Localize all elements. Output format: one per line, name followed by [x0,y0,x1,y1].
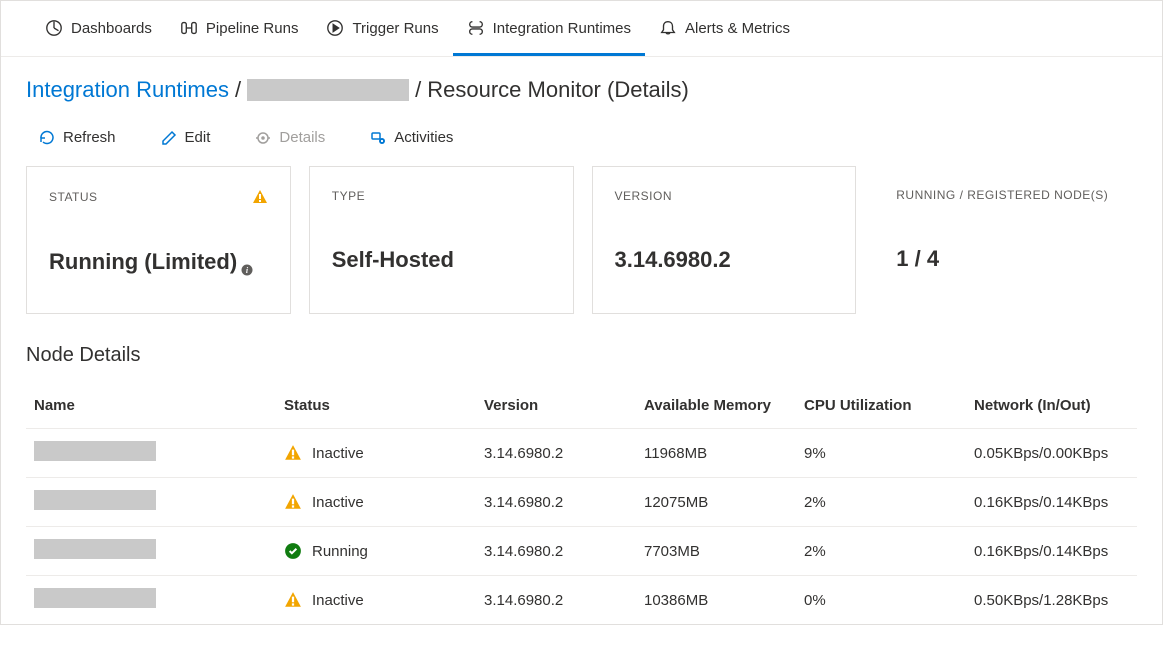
table-row[interactable]: Inactive 3.14.6980.211968MB9%0.05KBps/0.0… [26,429,1137,478]
tab-pipeline-runs[interactable]: Pipeline Runs [166,1,313,56]
warning-icon [284,444,302,462]
integration-icon [467,19,485,37]
info-icon[interactable]: i [241,256,253,268]
nodes-card: RUNNING / REGISTERED NODE(S) 1 / 4 [874,166,1137,314]
main-tabs: Dashboards Pipeline Runs Trigger Runs In… [1,1,1162,57]
summary-cards: STATUS Running (Limited) i TYPE Self-Hos… [1,166,1162,344]
node-version: 3.14.6980.2 [476,429,636,478]
node-name-redacted [34,588,156,608]
table-row[interactable]: Running 3.14.6980.27703MB2%0.16KBps/0.14K… [26,527,1137,576]
button-label: Refresh [63,129,116,146]
node-network: 0.16KBps/0.14KBps [966,478,1137,527]
section-title: Node Details [1,344,1162,385]
breadcrumb-current: Resource Monitor (Details) [427,77,689,103]
breadcrumb-separator: / [235,77,241,103]
th-cpu[interactable]: CPU Utilization [796,385,966,429]
tab-dashboards[interactable]: Dashboards [31,1,166,56]
th-network[interactable]: Network (In/Out) [966,385,1137,429]
node-memory: 10386MB [636,576,796,625]
card-value: 3.14.6980.2 [615,247,731,273]
node-version: 3.14.6980.2 [476,527,636,576]
node-status: Inactive [312,445,364,462]
check-circle-icon [284,542,302,560]
th-memory[interactable]: Available Memory [636,385,796,429]
warning-icon [284,493,302,511]
node-memory: 12075MB [636,478,796,527]
button-label: Details [279,129,325,146]
details-button: Details [255,129,325,146]
card-value: Self-Hosted [332,247,454,273]
card-label: VERSION [615,189,673,203]
node-network: 0.16KBps/0.14KBps [966,527,1137,576]
node-cpu: 9% [796,429,966,478]
table-row[interactable]: Inactive 3.14.6980.212075MB2%0.16KBps/0.1… [26,478,1137,527]
edit-button[interactable]: Edit [161,129,211,146]
trigger-icon [326,19,344,37]
refresh-button[interactable]: Refresh [39,129,116,146]
node-cpu: 2% [796,527,966,576]
breadcrumb: Integration Runtimes / / Resource Monito… [1,57,1162,111]
activities-button[interactable]: Activities [370,129,453,146]
type-card: TYPE Self-Hosted [309,166,574,314]
node-status: Running [312,543,368,560]
details-icon [255,130,271,146]
warning-icon [284,591,302,609]
node-details-table: Name Status Version Available Memory CPU… [26,385,1137,624]
tab-alerts-metrics[interactable]: Alerts & Metrics [645,1,804,56]
node-version: 3.14.6980.2 [476,576,636,625]
node-name-redacted [34,490,156,510]
dashboard-icon [45,19,63,37]
refresh-icon [39,130,55,146]
tab-trigger-runs[interactable]: Trigger Runs [312,1,452,56]
node-status: Inactive [312,494,364,511]
card-label: TYPE [332,189,365,203]
tab-integration-runtimes[interactable]: Integration Runtimes [453,1,645,56]
activities-icon [370,130,386,146]
toolbar: Refresh Edit Details Activities [1,111,1162,166]
tab-label: Pipeline Runs [206,20,299,37]
node-version: 3.14.6980.2 [476,478,636,527]
node-cpu: 0% [796,576,966,625]
table-row[interactable]: Inactive 3.14.6980.210386MB0%0.50KBps/1.2… [26,576,1137,625]
card-label: STATUS [49,190,98,204]
th-status[interactable]: Status [276,385,476,429]
node-name-redacted [34,539,156,559]
card-value: 1 / 4 [896,246,939,272]
edit-icon [161,130,177,146]
th-version[interactable]: Version [476,385,636,429]
node-status: Inactive [312,592,364,609]
breadcrumb-redacted-name [247,79,409,101]
version-card: VERSION 3.14.6980.2 [592,166,857,314]
node-network: 0.05KBps/0.00KBps [966,429,1137,478]
tab-label: Dashboards [71,20,152,37]
card-value: Running (Limited) [49,249,237,275]
node-network: 0.50KBps/1.28KBps [966,576,1137,625]
node-cpu: 2% [796,478,966,527]
node-memory: 7703MB [636,527,796,576]
warning-icon [252,189,268,205]
breadcrumb-separator: / [415,77,421,103]
tab-label: Alerts & Metrics [685,20,790,37]
th-name[interactable]: Name [26,385,276,429]
status-card: STATUS Running (Limited) i [26,166,291,314]
button-label: Edit [185,129,211,146]
button-label: Activities [394,129,453,146]
node-memory: 11968MB [636,429,796,478]
card-label: RUNNING / REGISTERED NODE(S) [896,188,1108,202]
bell-icon [659,19,677,37]
breadcrumb-root[interactable]: Integration Runtimes [26,77,229,103]
node-name-redacted [34,441,156,461]
pipeline-icon [180,19,198,37]
tab-label: Integration Runtimes [493,20,631,37]
tab-label: Trigger Runs [352,20,438,37]
